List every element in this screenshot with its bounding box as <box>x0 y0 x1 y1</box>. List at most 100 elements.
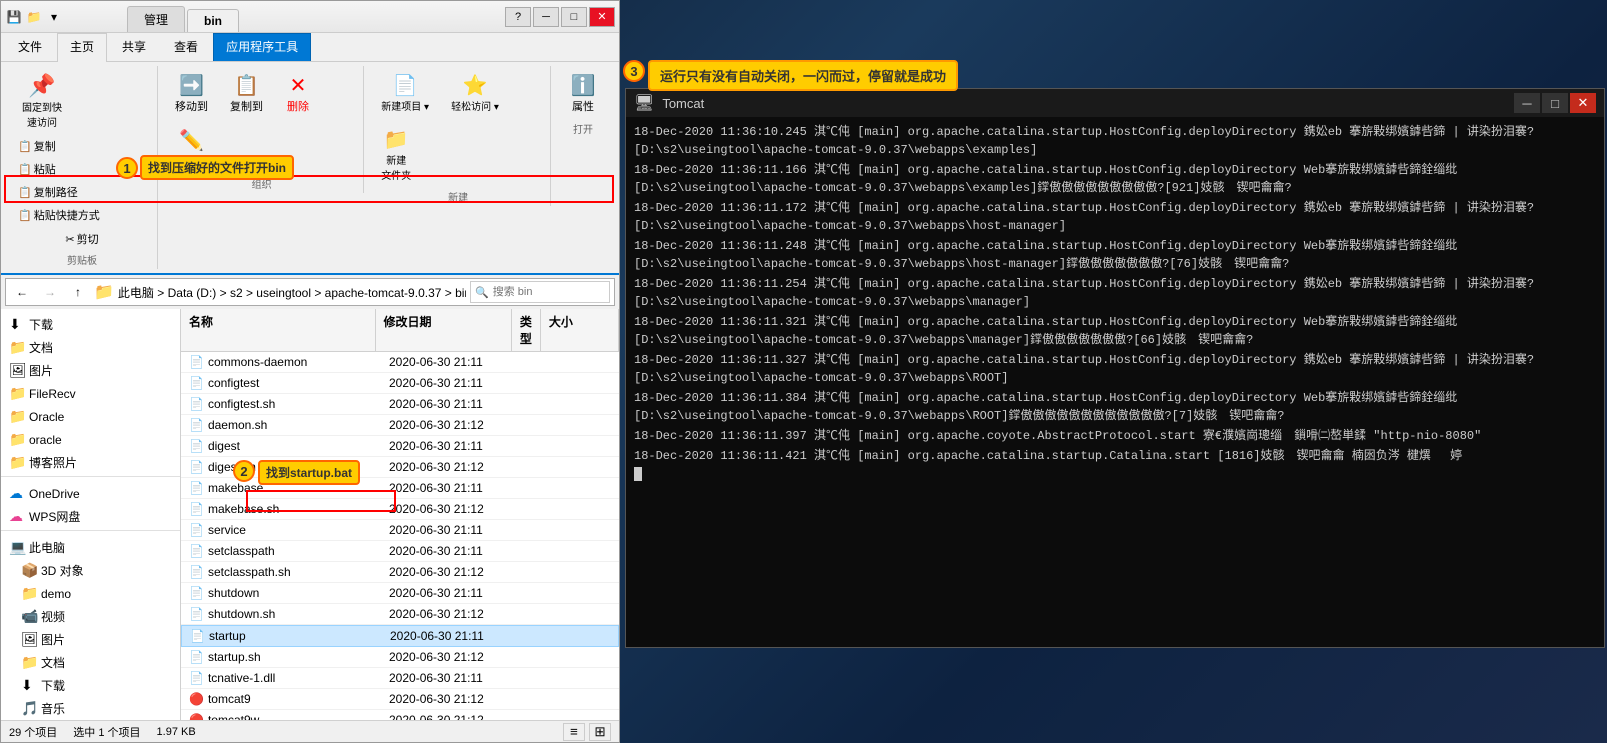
properties-btn[interactable]: ℹ️ 属性 <box>561 68 605 119</box>
table-row[interactable]: 📄setclasspath.sh 2020-06-30 21:12 <box>181 562 619 583</box>
cmd-minimize-btn[interactable]: ─ <box>1514 93 1540 113</box>
sidebar-item-thispc[interactable]: 💻 此电脑 <box>1 536 180 559</box>
file-size <box>539 675 619 681</box>
table-row[interactable]: 📄shutdown.sh 2020-06-30 21:12 <box>181 604 619 625</box>
sidebar-item-music[interactable]: 🎵 音乐 <box>1 697 180 720</box>
sidebar-item-wps[interactable]: ☁ WPS网盘 <box>1 505 180 528</box>
up-btn[interactable]: ↑ <box>66 281 90 303</box>
folder-qa-btn[interactable]: 📁 <box>25 8 43 26</box>
header-date[interactable]: 修改日期 <box>376 309 512 351</box>
sidebar-item-oracle[interactable]: 📁 oracle <box>1 428 180 451</box>
forward-btn[interactable]: → <box>38 281 62 303</box>
sidebar-label-demo: demo <box>41 587 71 601</box>
table-row[interactable]: 🔴tomcat9w 2020-06-30 21:12 <box>181 710 619 720</box>
file-icon: 📄 <box>189 397 204 411</box>
view-details-btn[interactable]: ≡ <box>563 723 585 741</box>
table-row[interactable]: 🔴tomcat9 2020-06-30 21:12 <box>181 689 619 710</box>
tab-manage[interactable]: 管理 <box>127 6 185 32</box>
move-icon: ➡️ <box>179 73 204 98</box>
header-name[interactable]: 名称 <box>181 309 376 351</box>
table-row[interactable]: 📄shutdown 2020-06-30 21:11 <box>181 583 619 604</box>
table-row[interactable]: 📄service 2020-06-30 21:11 <box>181 520 619 541</box>
close-btn[interactable]: ✕ <box>589 7 615 27</box>
annotation-3-text: 运行只有没有自动关闭，一闪而过，停留就是成功 <box>648 60 958 91</box>
delete-btn[interactable]: ✕ 删除 <box>276 68 320 119</box>
copy-icon: 📋 <box>18 140 32 153</box>
ribbon-tab-share[interactable]: 共享 <box>109 33 159 61</box>
pictures-icon: 🖼 <box>9 362 25 379</box>
cmd-maximize-btn[interactable]: □ <box>1542 93 1568 113</box>
file-icon: 📄 <box>189 650 204 664</box>
cmd-content[interactable]: 18-Dec-2020 11:36:10.245 淇℃伅 [main] org.… <box>626 117 1604 647</box>
header-size[interactable]: 大小 <box>541 309 619 351</box>
cut-btn[interactable]: ✂ 剪切 <box>60 228 103 250</box>
table-row[interactable]: 📄configtest 2020-06-30 21:11 <box>181 373 619 394</box>
ribbon-tab-view[interactable]: 查看 <box>161 33 211 61</box>
pin-to-quick-btn[interactable]: 📌 固定到快速访问 <box>13 68 71 134</box>
move-to-btn[interactable]: ➡️ 移动到 <box>166 68 217 119</box>
header-type[interactable]: 类型 <box>512 309 541 351</box>
sidebar-item-dl[interactable]: ⬇ 下载 <box>1 674 180 697</box>
save-quick-btn[interactable]: 💾 <box>5 8 23 26</box>
file-size <box>539 611 619 617</box>
table-row[interactable]: 📄setclasspath 2020-06-30 21:11 <box>181 541 619 562</box>
copy-btn[interactable]: 📋 复制 <box>13 135 105 157</box>
down-arrow-btn[interactable]: ▾ <box>45 8 63 26</box>
sidebar-item-downloads[interactable]: ⬇ 下载 <box>1 313 180 336</box>
search-input[interactable] <box>493 286 603 298</box>
sidebar-label-docs: 文档 <box>29 339 53 356</box>
sidebar-item-Oracle[interactable]: 📁 Oracle <box>1 405 180 428</box>
cmd-line: 18-Dec-2020 11:36:11.248 淇℃伅 [main] org.… <box>634 237 1596 273</box>
sidebar-item-documents[interactable]: 📁 文档 <box>1 651 180 674</box>
sidebar-item-demo[interactable]: 📁 demo <box>1 582 180 605</box>
table-row[interactable]: 📄startup 2020-06-30 21:11 <box>181 625 619 647</box>
ribbon-tab-apptools[interactable]: 应用程序工具 <box>213 33 311 61</box>
file-date: 2020-06-30 21:11 <box>381 394 521 414</box>
pics-icon: 🖼 <box>21 631 37 648</box>
cmd-line: 18-Dec-2020 11:36:11.166 淇℃伅 [main] org.… <box>634 161 1596 197</box>
table-row[interactable]: 📄configtest.sh 2020-06-30 21:11 <box>181 394 619 415</box>
table-row[interactable]: 📄tcnative-1.dll 2020-06-30 21:11 <box>181 668 619 689</box>
sidebar-label-blog-photos: 博客照片 <box>29 454 77 471</box>
cmd-window: 🖥 Tomcat ─ □ ✕ 18-Dec-2020 11:36:10.245 … <box>625 88 1605 648</box>
cmd-close-btn[interactable]: ✕ <box>1570 93 1596 113</box>
table-row[interactable]: 📄startup.sh 2020-06-30 21:12 <box>181 647 619 668</box>
sidebar-item-blog-photos[interactable]: 📁 博客照片 <box>1 451 180 474</box>
address-input[interactable] <box>118 282 466 302</box>
sidebar-item-docs[interactable]: 📁 文档 <box>1 336 180 359</box>
file-name: 📄configtest <box>181 373 381 393</box>
ribbon-tab-file[interactable]: 文件 <box>5 33 55 61</box>
table-row[interactable]: 📄makebase.sh 2020-06-30 21:12 <box>181 499 619 520</box>
file-icon: 🔴 <box>189 713 204 720</box>
minimize-btn[interactable]: ─ <box>533 7 559 27</box>
file-size <box>539 548 619 554</box>
sidebar-item-pics[interactable]: 🖼 图片 <box>1 628 180 651</box>
sidebar-item-pictures[interactable]: 🖼 图片 <box>1 359 180 382</box>
sidebar-label-video: 视频 <box>41 608 65 625</box>
table-row[interactable]: 📄commons-daemon 2020-06-30 21:11 <box>181 352 619 373</box>
table-row[interactable]: 📄daemon.sh 2020-06-30 21:12 <box>181 415 619 436</box>
copy-path-btn[interactable]: 📋 复制路径 <box>13 181 105 203</box>
help-btn[interactable]: ? <box>505 7 531 27</box>
sidebar-item-filerecv[interactable]: 📁 FileRecv <box>1 382 180 405</box>
new-item-btn[interactable]: 📄 新建项目 ▾ <box>372 68 438 118</box>
copy-to-btn[interactable]: 📋 复制到 <box>221 68 272 119</box>
paste-btn[interactable]: 📋 粘贴 <box>13 158 105 180</box>
sidebar-item-onedrive[interactable]: ☁ OneDrive <box>1 482 180 505</box>
maximize-btn[interactable]: □ <box>561 7 587 27</box>
sidebar-label-dl: 下载 <box>41 677 65 694</box>
sidebar-item-video[interactable]: 📹 视频 <box>1 605 180 628</box>
ribbon-tabs: 文件 主页 共享 查看 应用程序工具 <box>1 33 619 61</box>
ribbon-tab-home[interactable]: 主页 <box>57 33 107 62</box>
new-folder-btn[interactable]: 📁 新建文件夹 <box>372 122 420 187</box>
file-date: 2020-06-30 21:11 <box>381 583 521 603</box>
table-row[interactable]: 📄digest 2020-06-30 21:11 <box>181 436 619 457</box>
sidebar-item-3d[interactable]: 📦 3D 对象 <box>1 559 180 582</box>
easy-access-btn[interactable]: ⭐ 轻松访问 ▾ <box>442 68 508 118</box>
paste-shortcut-btn[interactable]: 📋 粘贴快捷方式 <box>13 204 105 226</box>
cmd-title: Tomcat <box>662 96 704 111</box>
back-btn[interactable]: ← <box>10 281 34 303</box>
view-icons-btn[interactable]: ⊞ <box>589 723 611 741</box>
paste-icon: 📋 <box>18 163 32 176</box>
tab-bin[interactable]: bin <box>187 9 239 32</box>
